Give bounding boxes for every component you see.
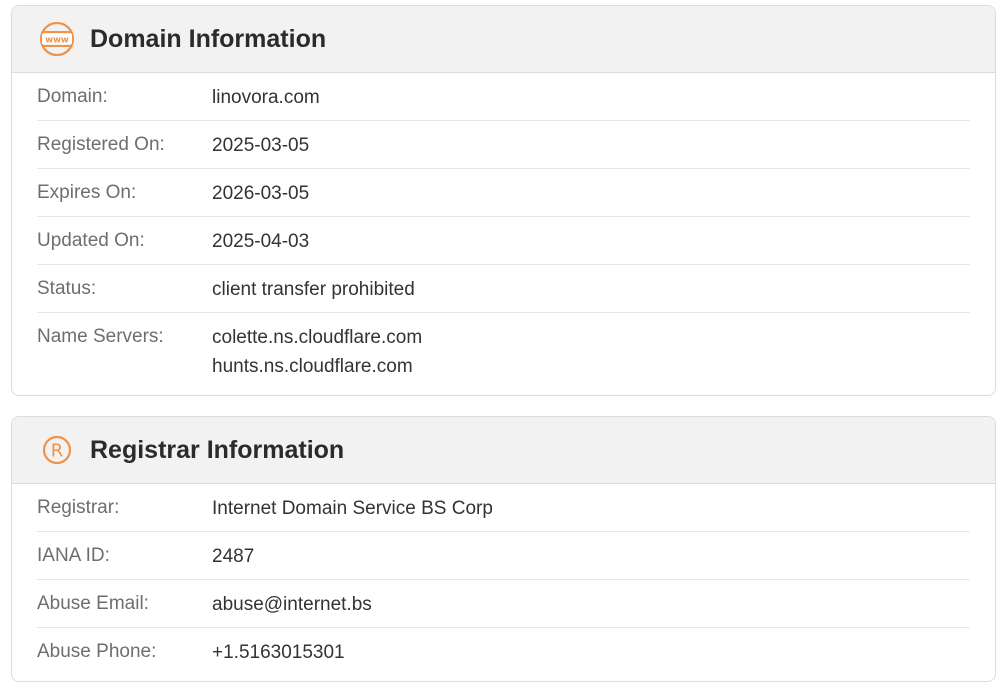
domain-information-card: www Domain Information Domain: linovora.… xyxy=(11,5,996,396)
info-row-registered-on: Registered On: 2025-03-05 xyxy=(37,121,970,169)
row-value: 2025-03-05 xyxy=(212,135,310,156)
domain-info-rows: Domain: linovora.com Registered On: 2025… xyxy=(12,73,995,381)
row-label: IANA ID: xyxy=(37,545,110,566)
info-row-updated-on: Updated On: 2025-04-03 xyxy=(37,217,970,265)
row-label: Status: xyxy=(37,278,97,299)
row-value: 2487 xyxy=(212,546,255,567)
row-value: +1.5163015301 xyxy=(212,642,345,663)
name-server-list: colette.ns.cloudflare.com hunts.ns.cloud… xyxy=(212,310,422,381)
row-label: Name Servers: xyxy=(37,326,164,347)
row-label: Domain: xyxy=(37,86,108,107)
row-value: 2026-03-05 xyxy=(212,183,310,204)
row-value: abuse@internet.bs xyxy=(212,594,372,615)
row-value: Internet Domain Service BS Corp xyxy=(212,498,493,519)
row-label: Updated On: xyxy=(37,230,145,251)
info-row-expires-on: Expires On: 2026-03-05 xyxy=(37,169,970,217)
info-row-status: Status: client transfer prohibited xyxy=(37,265,970,313)
registrar-information-card: R Registrar Information Registrar: Inter… xyxy=(11,416,996,682)
registrar-info-rows: Registrar: Internet Domain Service BS Co… xyxy=(12,484,995,676)
info-row-iana-id: IANA ID: 2487 xyxy=(37,532,970,580)
info-row-name-servers: Name Servers: colette.ns.cloudflare.com … xyxy=(37,313,970,381)
svg-text:www: www xyxy=(45,36,69,46)
row-label: Registered On: xyxy=(37,134,165,155)
row-value: 2025-04-03 xyxy=(212,231,310,252)
info-row-domain: Domain: linovora.com xyxy=(37,73,970,121)
domain-card-header: www Domain Information xyxy=(12,6,995,73)
registrar-card-header: R Registrar Information xyxy=(12,417,995,484)
row-value: client transfer prohibited xyxy=(212,279,415,300)
registered-icon-glyph: R xyxy=(51,441,64,462)
row-label: Abuse Phone: xyxy=(37,641,157,662)
info-row-abuse-email: Abuse Email: abuse@internet.bs xyxy=(37,580,970,628)
row-label: Registrar: xyxy=(37,497,120,518)
info-row-abuse-phone: Abuse Phone: +1.5163015301 xyxy=(37,628,970,676)
row-label: Expires On: xyxy=(37,182,137,203)
registered-icon: R xyxy=(39,432,75,468)
domain-card-title: Domain Information xyxy=(90,24,327,53)
row-value: linovora.com xyxy=(212,87,320,108)
www-globe-icon: www xyxy=(39,21,75,57)
name-server-item: hunts.ns.cloudflare.com xyxy=(212,356,413,377)
row-label: Abuse Email: xyxy=(37,593,149,614)
info-row-registrar: Registrar: Internet Domain Service BS Co… xyxy=(37,484,970,532)
registrar-card-title: Registrar Information xyxy=(90,435,345,464)
name-server-item: colette.ns.cloudflare.com xyxy=(212,327,423,348)
